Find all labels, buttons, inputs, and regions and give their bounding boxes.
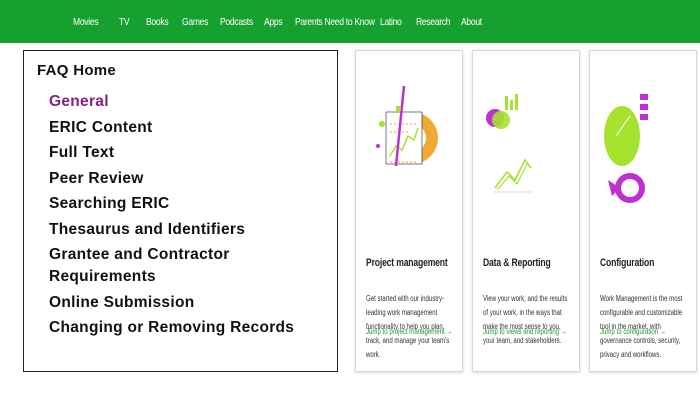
card-title: Data & Reporting: [483, 257, 551, 269]
nav-item-research[interactable]: Research: [416, 16, 453, 28]
card-data-reporting: Data & Reporting View your work, and the…: [472, 50, 580, 372]
faq-home-title[interactable]: FAQ Home: [37, 62, 116, 79]
nav-item-books[interactable]: Books: [146, 16, 176, 28]
card-project-management: Project management Get started with our …: [355, 50, 463, 372]
faq-item-searching-eric[interactable]: Searching ERIC: [49, 193, 334, 215]
project-management-illustration: [376, 85, 438, 167]
nav-item-apps[interactable]: Apps: [264, 16, 289, 28]
nav-item-podcasts[interactable]: Podcasts: [220, 16, 256, 28]
data-reporting-illustration: [486, 94, 533, 193]
faq-list: General ERIC Content Full Text Peer Revi…: [49, 91, 334, 343]
faq-item-online-submission[interactable]: Online Submission: [49, 292, 334, 314]
nav-list: Movies TV Books Games Podcasts Apps Pare…: [73, 16, 501, 28]
nav-item-latino[interactable]: Latino: [380, 16, 410, 28]
faq-item-full-text[interactable]: Full Text: [49, 142, 334, 164]
card-link-data-reporting[interactable]: Jump to views and reporting →: [483, 327, 567, 336]
faq-item-general[interactable]: General: [49, 91, 334, 113]
faq-item-peer-review[interactable]: Peer Review: [49, 168, 334, 190]
nav-item-games[interactable]: Games: [182, 16, 213, 28]
card-title: Configuration: [600, 257, 655, 269]
top-navigation: Movies TV Books Games Podcasts Apps Pare…: [0, 0, 700, 43]
faq-item-grantee-contractor[interactable]: Grantee and Contractor Requirements: [49, 244, 334, 288]
nav-item-about[interactable]: About: [461, 16, 494, 28]
card-configuration: Configuration Work Management is the mos…: [589, 50, 697, 372]
card-link-project-management[interactable]: Jump to project management →: [366, 327, 453, 336]
nav-item-parents-need-to-know[interactable]: Parents Need to Know: [295, 16, 375, 28]
nav-item-movies[interactable]: Movies: [73, 16, 111, 28]
configuration-illustration: [604, 94, 648, 203]
faq-item-eric-content[interactable]: ERIC Content: [49, 117, 334, 139]
faq-panel: FAQ Home General ERIC Content Full Text …: [23, 50, 338, 372]
faq-item-changing-removing[interactable]: Changing or Removing Records: [49, 317, 334, 339]
card-link-configuration[interactable]: Jump to configuration →: [600, 327, 666, 336]
card-description: View your work, and the results of your …: [483, 294, 568, 345]
nav-item-tv[interactable]: TV: [119, 16, 141, 28]
faq-item-thesaurus-identifiers[interactable]: Thesaurus and Identifiers: [49, 219, 334, 241]
card-title: Project management: [366, 257, 448, 269]
